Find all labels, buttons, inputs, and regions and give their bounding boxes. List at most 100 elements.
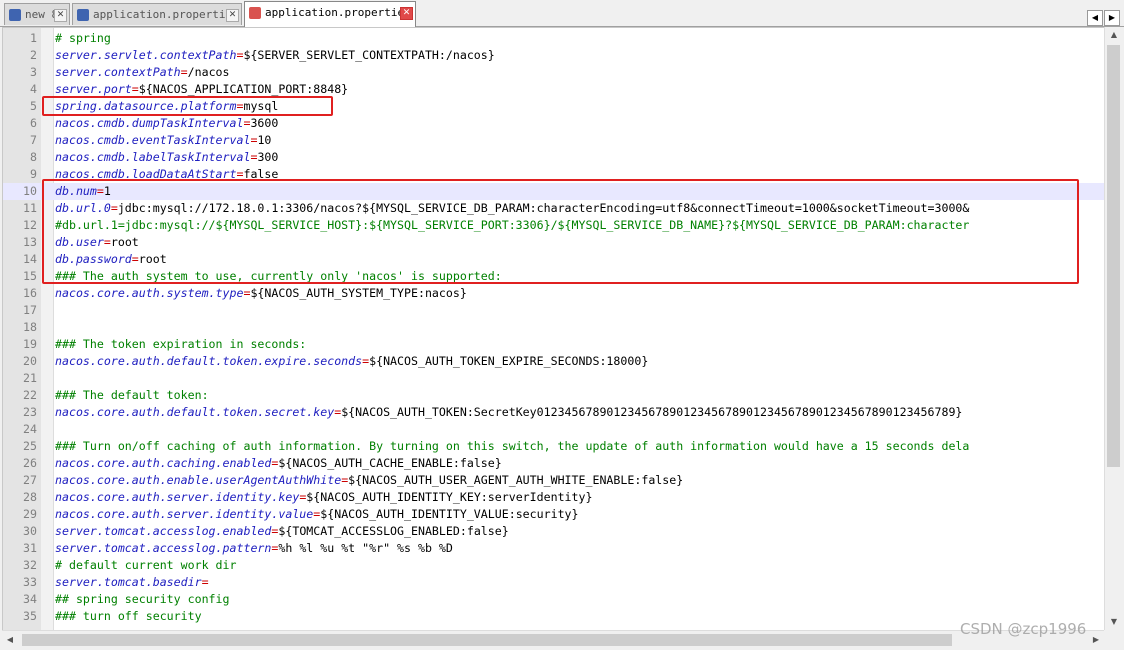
code-line[interactable]: 24: [3, 421, 1105, 438]
floppy-icon: [249, 7, 261, 19]
close-icon[interactable]: ✕: [400, 7, 413, 20]
code-line[interactable]: 30 server.tomcat.accesslog.enabled=${TOMC…: [3, 523, 1105, 540]
code-line[interactable]: 25 ### Turn on/off caching of auth inform…: [3, 438, 1105, 455]
scroll-down-arrow-icon[interactable]: ▼: [1105, 614, 1123, 630]
property-key: nacos.core.auth.server.identity.value: [55, 507, 314, 521]
line-content: nacos.core.auth.server.identity.key=${NA…: [55, 489, 592, 506]
code-line[interactable]: 26 nacos.core.auth.caching.enabled=${NACO…: [3, 455, 1105, 472]
tab-label: application.properties: [265, 6, 411, 19]
code-line[interactable]: 34 ## spring security config: [3, 591, 1105, 608]
tab-bar: new 8 ✕ application.properties ✕ applica…: [0, 0, 1124, 27]
code-line[interactable]: 19 ### The token expiration in seconds:: [3, 336, 1105, 353]
vertical-scroll-thumb[interactable]: [1107, 45, 1120, 467]
tab-scroll-right-button[interactable]: ▶: [1104, 10, 1120, 26]
line-content: nacos.core.auth.system.type=${NACOS_AUTH…: [55, 285, 467, 302]
line-number: 30: [23, 524, 37, 538]
code-line[interactable]: 22 ### The default token:: [3, 387, 1105, 404]
line-number: 35: [23, 609, 37, 623]
close-icon[interactable]: ✕: [54, 9, 67, 22]
code-line[interactable]: 33 server.tomcat.basedir=: [3, 574, 1105, 591]
code-line[interactable]: 7 nacos.cmdb.eventTaskInterval=10: [3, 132, 1105, 149]
line-content: nacos.core.auth.caching.enabled=${NACOS_…: [55, 455, 502, 472]
watermark: CSDN @zcp1996: [960, 620, 1087, 638]
code-line[interactable]: 32 # default current work dir: [3, 557, 1105, 574]
scroll-right-arrow-icon[interactable]: ▶: [1088, 631, 1104, 649]
tab-application-properties-active[interactable]: application.properties ✕: [244, 1, 416, 27]
line-number: 15: [23, 269, 37, 283]
equals-sign: =: [131, 82, 139, 96]
tab-new-8[interactable]: new 8 ✕: [4, 3, 70, 25]
tab-application-properties-1[interactable]: application.properties ✕: [72, 3, 242, 25]
code-line[interactable]: 3 server.contextPath=/nacos: [3, 64, 1105, 81]
code-line[interactable]: 6 nacos.cmdb.dumpTaskInterval=3600: [3, 115, 1105, 132]
property-value: 3600: [250, 116, 279, 130]
line-content: ### turn off security: [55, 608, 202, 625]
property-key: nacos.core.auth.caching.enabled: [55, 456, 272, 470]
line-content: nacos.core.auth.server.identity.value=${…: [55, 506, 579, 523]
line-number: 32: [23, 558, 37, 572]
code-line[interactable]: 35 ### turn off security: [3, 608, 1105, 625]
line-number: 11: [23, 201, 37, 215]
code-line[interactable]: 29 nacos.core.auth.server.identity.value=…: [3, 506, 1105, 523]
property-key: server.port: [55, 82, 132, 96]
line-number: 27: [23, 473, 37, 487]
line-content: # spring: [55, 30, 111, 47]
line-content: nacos.cmdb.eventTaskInterval=10: [55, 132, 271, 149]
line-number: 29: [23, 507, 37, 521]
property-key: server.servlet.contextPath: [55, 48, 237, 62]
line-number: 17: [23, 303, 37, 317]
line-number: 9: [30, 167, 37, 181]
line-number: 28: [23, 490, 37, 504]
code-line[interactable]: 23 nacos.core.auth.default.token.secret.k…: [3, 404, 1105, 421]
line-number: 24: [23, 422, 37, 436]
line-number: 8: [30, 150, 37, 164]
scroll-up-arrow-icon[interactable]: ▲: [1105, 27, 1123, 43]
tab-scroll-left-button[interactable]: ◀: [1087, 10, 1103, 26]
code-line[interactable]: 2 server.servlet.contextPath=${SERVER_SER…: [3, 47, 1105, 64]
code-line[interactable]: 20 nacos.core.auth.default.token.expire.s…: [3, 353, 1105, 370]
horizontal-scroll-thumb[interactable]: [22, 634, 952, 646]
comment-text: # default current work dir: [55, 558, 237, 572]
property-value: ${NACOS_AUTH_IDENTITY_KEY:serverIdentity…: [306, 490, 593, 504]
floppy-icon: [9, 9, 21, 21]
floppy-icon: [77, 9, 89, 21]
code-line[interactable]: 28 nacos.core.auth.server.identity.key=${…: [3, 489, 1105, 506]
line-number: 5: [30, 99, 37, 113]
scroll-left-arrow-icon[interactable]: ◀: [2, 631, 18, 649]
line-number: 22: [23, 388, 37, 402]
property-value: /nacos: [187, 65, 230, 79]
comment-text: ### The default token:: [55, 388, 209, 402]
code-line[interactable]: 16 nacos.core.auth.system.type=${NACOS_AU…: [3, 285, 1105, 302]
line-content: nacos.cmdb.dumpTaskInterval=3600: [55, 115, 278, 132]
property-key: nacos.core.auth.system.type: [55, 286, 244, 300]
code-line[interactable]: 27 nacos.core.auth.enable.userAgentAuthWh…: [3, 472, 1105, 489]
code-line[interactable]: 1 # spring: [3, 30, 1105, 47]
equals-sign: =: [201, 575, 209, 589]
line-content: nacos.core.auth.default.token.expire.sec…: [55, 353, 648, 370]
code-line[interactable]: 18: [3, 319, 1105, 336]
code-line[interactable]: 8 nacos.cmdb.labelTaskInterval=300: [3, 149, 1105, 166]
comment-text: ### The token expiration in seconds:: [55, 337, 307, 351]
line-number: 10: [23, 184, 37, 198]
horizontal-scrollbar[interactable]: ◀ ▶: [2, 630, 1104, 649]
close-icon[interactable]: ✕: [226, 9, 239, 22]
property-value: 10: [257, 133, 272, 147]
vertical-scrollbar[interactable]: ▲ ▼: [1104, 27, 1123, 630]
line-number: 25: [23, 439, 37, 453]
property-key: nacos.core.auth.default.token.expire.sec…: [55, 354, 363, 368]
code-editor[interactable]: 1 # spring 2 server.servlet.contextPath=${S…: [2, 27, 1106, 632]
line-content: server.servlet.contextPath=${SERVER_SERV…: [55, 47, 495, 64]
code-line[interactable]: 31 server.tomcat.accesslog.pattern=%h %l …: [3, 540, 1105, 557]
line-number: 20: [23, 354, 37, 368]
code-line[interactable]: 17: [3, 302, 1105, 319]
tab-label: application.properties: [93, 8, 239, 21]
property-key: server.tomcat.basedir: [55, 575, 202, 589]
property-key: server.tomcat.accesslog.enabled: [55, 524, 272, 538]
line-number: 23: [23, 405, 37, 419]
line-number: 12: [23, 218, 37, 232]
comment-text: # spring: [55, 31, 111, 45]
line-number: 14: [23, 252, 37, 266]
code-line[interactable]: 21: [3, 370, 1105, 387]
property-key: server.contextPath: [55, 65, 181, 79]
line-content: server.tomcat.accesslog.pattern=%h %l %u…: [55, 540, 453, 557]
